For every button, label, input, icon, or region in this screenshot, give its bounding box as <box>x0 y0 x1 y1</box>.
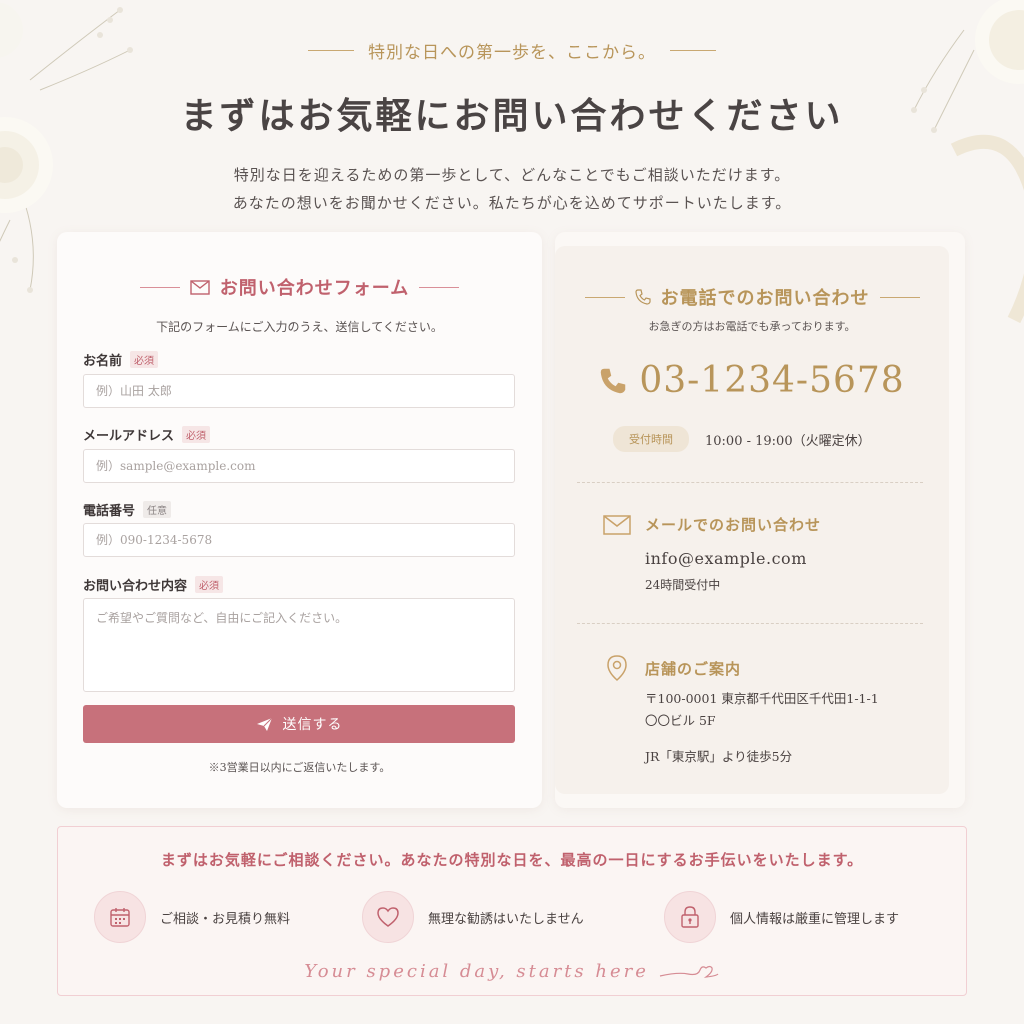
tel-heading-text: お電話でのお問い合わせ <box>660 288 870 309</box>
contact-form-card: お問い合わせフォーム 下記のフォームにご入力のうえ、送信してください。 お名前 … <box>57 232 542 808</box>
heading-rule-left <box>584 296 625 298</box>
eyebrow-ornament-right <box>670 50 716 51</box>
submit-button-label: 送信する <box>282 717 343 733</box>
feature-label: 無理な勧誘はいたしません <box>428 911 584 927</box>
divider <box>577 482 923 483</box>
tel-subtitle: お急ぎの方はお電話でも承っております。 <box>648 320 856 333</box>
heading-rule-left <box>139 286 180 288</box>
submit-button[interactable]: 送信する <box>83 705 515 743</box>
mail-address[interactable]: info@example.com <box>645 549 821 568</box>
heart-flourish-icon <box>659 965 719 978</box>
phone-icon <box>634 289 651 305</box>
script-tagline: Your special day, starts here <box>58 961 966 982</box>
message-textarea[interactable] <box>83 598 515 692</box>
hours-text: 10:00 - 19:00（火曜定休） <box>705 433 871 449</box>
mail-info-title: メールでのお問い合わせ <box>603 514 821 535</box>
mail-icon <box>603 514 631 535</box>
mail-heading: メールでのお問い合わせ <box>645 516 822 534</box>
store-heading: 店舗のご案内 <box>645 659 742 678</box>
page-title: まずはお気軽にお問い合わせください <box>180 95 844 137</box>
phone-input[interactable] <box>83 523 515 557</box>
mail-note: 24時間受付中 <box>645 578 721 592</box>
mail-icon <box>190 279 210 295</box>
banner-lead: まずはお気軽にご相談ください。あなたの特別な日を、最高の一日にするお手伝いをいた… <box>160 851 864 869</box>
reply-note: ※3営業日以内にご返信いたします。 <box>208 761 391 774</box>
eyebrow-ornament-left <box>308 50 354 51</box>
store-address-line-1: 〒100-0001 東京都千代田区千代田1-1-1 <box>645 691 879 706</box>
heart-icon <box>362 891 414 943</box>
phone-number-link[interactable]: 03-1234-5678 <box>555 360 949 401</box>
message-label-text: お問い合わせ内容 <box>83 579 188 594</box>
script-tagline-text: Your special day, starts here <box>304 961 649 982</box>
hero-section: 特別な日への第一歩を、ここから。 まずはお気軽にお問い合わせください 特別な日を… <box>0 38 1024 217</box>
phone-label: 電話番号 任意 <box>83 500 172 519</box>
heading-rule-right <box>879 296 920 298</box>
lead-text: 特別な日を迎えるための第一歩として、どんなことでもご相談いただけます。 あなたの… <box>0 161 1024 217</box>
divider <box>577 623 923 624</box>
phone-number: 03-1234-5678 <box>639 360 905 401</box>
calendar-icon <box>94 891 146 943</box>
lead-line-2: あなたの想いをお聞かせください。私たちが心を込めてサポートいたします。 <box>232 194 792 212</box>
contact-info-card: お電話でのお問い合わせ お急ぎの方はお電話でも承っております。 03-1234-… <box>555 232 965 808</box>
location-pin-icon <box>607 655 627 682</box>
store-address-line-2: 〇〇ビル 5F <box>645 713 716 728</box>
name-label: お名前 必須 <box>83 350 159 369</box>
hours-badge: 受付時間 <box>613 426 689 452</box>
email-input[interactable] <box>83 449 515 483</box>
form-heading-text: お問い合わせフォーム <box>219 278 410 299</box>
heading-rule-right <box>419 286 460 288</box>
feature-label: ご相談・お見積り無料 <box>160 911 291 927</box>
lead-line-1: 特別な日を迎えるための第一歩として、どんなことでもご相談いただけます。 <box>233 166 791 184</box>
feature-privacy: 個人情報は厳重に管理します <box>664 891 899 943</box>
required-badge: 必須 <box>130 351 159 368</box>
phone-label-text: 電話番号 <box>83 504 136 519</box>
contact-info-panel: お電話でのお問い合わせ お急ぎの方はお電話でも承っております。 03-1234-… <box>555 246 949 794</box>
message-label: お問い合わせ内容 必須 <box>83 575 224 594</box>
email-label: メールアドレス 必須 <box>83 425 211 444</box>
form-subtitle: 下記のフォームにご入力のうえ、送信してください。 <box>156 320 443 334</box>
name-input[interactable] <box>83 374 515 408</box>
reassurance-banner: まずはお気軽にご相談ください。あなたの特別な日を、最高の一日にするお手伝いをいた… <box>57 826 967 996</box>
business-hours: 受付時間 10:00 - 19:00（火曜定休） <box>613 426 871 452</box>
eyebrow: 特別な日への第一歩を、ここから。 <box>0 38 1024 63</box>
email-label-text: メールアドレス <box>83 429 175 444</box>
store-access: JR「東京駅」より徒歩5分 <box>645 749 793 764</box>
form-heading: お問い合わせフォーム <box>57 274 542 300</box>
store-info: 店舗のご案内 〒100-0001 東京都千代田区千代田1-1-1 〇〇ビル 5F… <box>603 654 879 765</box>
store-address: 〒100-0001 東京都千代田区千代田1-1-1 〇〇ビル 5F <box>645 688 879 732</box>
required-badge: 必須 <box>195 576 224 593</box>
send-icon <box>256 717 272 731</box>
mail-info: メールでのお問い合わせ info@example.com 24時間受付中 <box>603 514 821 593</box>
store-info-title: 店舗のご案内 <box>603 654 879 682</box>
optional-badge: 任意 <box>143 501 172 518</box>
required-badge: 必須 <box>182 426 211 443</box>
phone-icon <box>601 368 626 393</box>
eyebrow-text: 特別な日への第一歩を、ここから。 <box>368 43 656 63</box>
feature-no-pressure: 無理な勧誘はいたしません <box>362 891 584 943</box>
tel-heading: お電話でのお問い合わせ <box>555 284 949 310</box>
lock-icon <box>664 891 716 943</box>
name-label-text: お名前 <box>83 354 123 369</box>
feature-label: 個人情報は厳重に管理します <box>730 911 900 927</box>
feature-free-consultation: ご相談・お見積り無料 <box>94 891 290 943</box>
